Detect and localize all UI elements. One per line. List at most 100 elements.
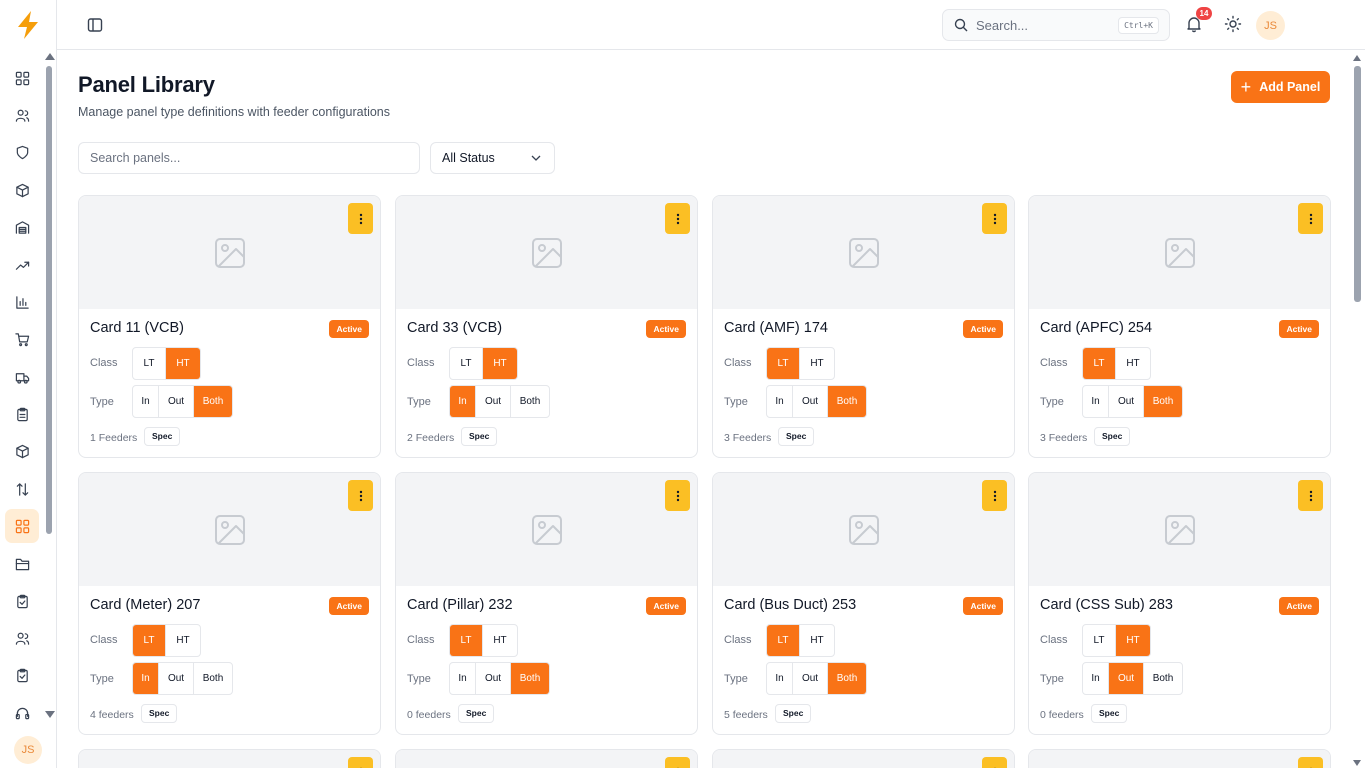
- sidebar-item-clipboard-check[interactable]: [5, 584, 39, 618]
- card-menu-button[interactable]: [348, 757, 373, 768]
- card-menu-button[interactable]: [665, 480, 690, 511]
- class-option-lt[interactable]: LT: [1083, 625, 1116, 656]
- sidebar-item-users[interactable]: [5, 98, 39, 132]
- panel-card[interactable]: Card (Pillar) 232 Active Class LT HT Type In Ou…: [395, 472, 698, 735]
- type-option-in[interactable]: In: [1083, 663, 1109, 694]
- type-option-both[interactable]: Both: [194, 663, 232, 694]
- panel-card[interactable]: Card (CSS Sub) 283 Active Class LT HT Type In O…: [1028, 472, 1331, 735]
- lightning-logo[interactable]: [14, 10, 42, 40]
- type-option-out[interactable]: Out: [476, 386, 511, 417]
- type-option-in[interactable]: In: [450, 386, 476, 417]
- main-scroll-up-icon[interactable]: [1353, 55, 1361, 61]
- panel-card[interactable]: Card (Bus Duct) 253 Active Class LT HT Type In…: [712, 472, 1015, 735]
- card-menu-button[interactable]: [982, 757, 1007, 768]
- class-option-ht[interactable]: HT: [1116, 625, 1150, 656]
- sidebar-item-clipboard[interactable]: [5, 397, 39, 431]
- panel-card[interactable]: [395, 749, 698, 768]
- panel-search-input[interactable]: Search panels...: [78, 142, 420, 174]
- type-option-in[interactable]: In: [1083, 386, 1109, 417]
- class-option-lt[interactable]: LT: [1083, 348, 1116, 379]
- card-menu-button[interactable]: [1298, 480, 1323, 511]
- sidebar-item-cart[interactable]: [5, 322, 39, 356]
- panel-card[interactable]: Card (Meter) 207 Active Class LT HT Type In Out…: [78, 472, 381, 735]
- spec-button[interactable]: Spec: [775, 704, 812, 723]
- sidebar-item-trending-up[interactable]: [5, 248, 39, 282]
- main-scrollbar[interactable]: [1354, 66, 1361, 302]
- spec-button[interactable]: Spec: [1094, 427, 1131, 446]
- type-option-both[interactable]: Both: [1144, 386, 1182, 417]
- type-option-in[interactable]: In: [767, 386, 793, 417]
- panel-card[interactable]: Card (AMF) 174 Active Class LT HT Type In Out Bo…: [712, 195, 1015, 458]
- panel-card[interactable]: [1028, 749, 1331, 768]
- sidebar-item-package[interactable]: [5, 434, 39, 468]
- class-option-lt[interactable]: LT: [133, 625, 166, 656]
- class-option-ht[interactable]: HT: [483, 625, 517, 656]
- panel-card[interactable]: [78, 749, 381, 768]
- sidebar-item-dashboard[interactable]: [5, 61, 39, 95]
- sidebar-item-clipboard-list[interactable]: [5, 658, 39, 692]
- class-option-ht[interactable]: HT: [483, 348, 517, 379]
- card-menu-button[interactable]: [665, 757, 690, 768]
- class-option-lt[interactable]: LT: [767, 625, 800, 656]
- spec-button[interactable]: Spec: [461, 427, 498, 446]
- class-option-lt[interactable]: LT: [450, 625, 483, 656]
- card-menu-button[interactable]: [1298, 203, 1323, 234]
- sidebar-item-bar-chart[interactable]: [5, 285, 39, 319]
- card-menu-button[interactable]: [348, 480, 373, 511]
- sidebar-item-truck[interactable]: [5, 360, 39, 394]
- type-option-out[interactable]: Out: [793, 663, 828, 694]
- type-option-both[interactable]: Both: [828, 386, 866, 417]
- type-option-out[interactable]: Out: [159, 386, 194, 417]
- sidebar-scrollbar[interactable]: [46, 66, 52, 534]
- type-option-both[interactable]: Both: [511, 663, 549, 694]
- status-filter-select[interactable]: All Status: [430, 142, 555, 174]
- sidebar-toggle-button[interactable]: [85, 15, 105, 35]
- sidebar-item-folder[interactable]: [5, 547, 39, 581]
- spec-button[interactable]: Spec: [778, 427, 815, 446]
- spec-button[interactable]: Spec: [458, 704, 495, 723]
- sidebar-item-shield[interactable]: [5, 135, 39, 169]
- spec-button[interactable]: Spec: [141, 704, 178, 723]
- sidebar-avatar[interactable]: JS: [14, 736, 42, 764]
- class-option-lt[interactable]: LT: [133, 348, 166, 379]
- add-panel-button[interactable]: + Add Panel: [1231, 71, 1330, 103]
- class-option-ht[interactable]: HT: [800, 625, 834, 656]
- sidebar-item-grid[interactable]: [5, 509, 39, 543]
- panel-card[interactable]: [712, 749, 1015, 768]
- type-option-out[interactable]: Out: [793, 386, 828, 417]
- type-option-both[interactable]: Both: [828, 663, 866, 694]
- type-option-out[interactable]: Out: [476, 663, 511, 694]
- panel-card[interactable]: Card 33 (VCB) Active Class LT HT Type In Out Bot…: [395, 195, 698, 458]
- panel-card[interactable]: Card 11 (VCB) Active Class LT HT Type In Out Bot…: [78, 195, 381, 458]
- user-avatar[interactable]: JS: [1256, 11, 1285, 40]
- global-search-input[interactable]: Search... Ctrl+K: [942, 9, 1170, 41]
- panel-card[interactable]: Card (APFC) 254 Active Class LT HT Type In Out B…: [1028, 195, 1331, 458]
- sidebar-scroll-up-icon[interactable]: [45, 53, 55, 60]
- type-option-both[interactable]: Both: [194, 386, 232, 417]
- type-option-out[interactable]: Out: [1109, 386, 1144, 417]
- type-option-both[interactable]: Both: [511, 386, 549, 417]
- sidebar-scroll-down-icon[interactable]: [45, 711, 55, 718]
- card-menu-button[interactable]: [665, 203, 690, 234]
- class-option-ht[interactable]: HT: [800, 348, 834, 379]
- sun-icon[interactable]: [1224, 15, 1242, 33]
- card-menu-button[interactable]: [348, 203, 373, 234]
- type-option-in[interactable]: In: [450, 663, 476, 694]
- class-option-lt[interactable]: LT: [450, 348, 483, 379]
- card-menu-button[interactable]: [982, 203, 1007, 234]
- sidebar-item-warehouse[interactable]: [5, 210, 39, 244]
- spec-button[interactable]: Spec: [144, 427, 181, 446]
- type-option-out[interactable]: Out: [159, 663, 194, 694]
- sidebar-item-team[interactable]: [5, 621, 39, 655]
- main-scroll-down-icon[interactable]: [1353, 760, 1361, 766]
- spec-button[interactable]: Spec: [1091, 704, 1128, 723]
- type-option-out[interactable]: Out: [1109, 663, 1144, 694]
- sidebar-item-box[interactable]: [5, 173, 39, 207]
- type-option-in[interactable]: In: [133, 663, 159, 694]
- class-option-lt[interactable]: LT: [767, 348, 800, 379]
- sidebar-item-transfer[interactable]: [5, 472, 39, 506]
- type-option-both[interactable]: Both: [1144, 663, 1182, 694]
- class-option-ht[interactable]: HT: [166, 348, 200, 379]
- card-menu-button[interactable]: [1298, 757, 1323, 768]
- type-option-in[interactable]: In: [767, 663, 793, 694]
